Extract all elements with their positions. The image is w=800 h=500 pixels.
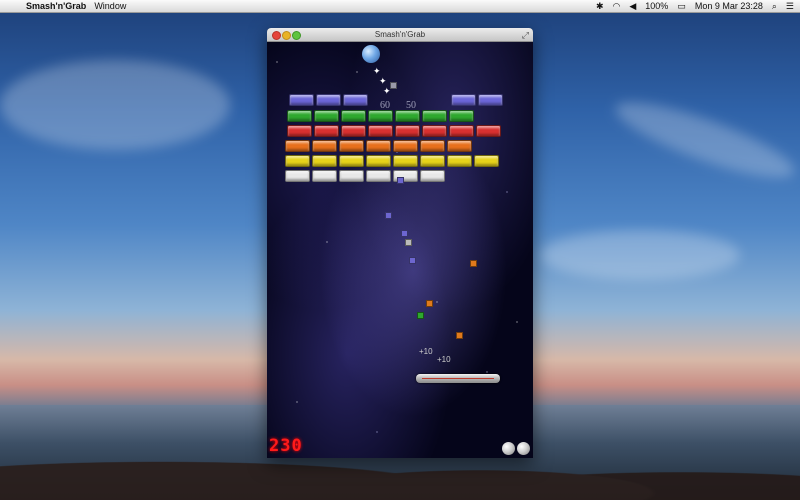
cloud-wisp (608, 88, 800, 192)
bluetooth-icon[interactable]: ✱ (596, 1, 604, 12)
menu-app-name[interactable]: Smash'n'Grab (26, 1, 86, 11)
brick-orange (285, 140, 310, 152)
spotlight-icon[interactable]: ⌕ (772, 1, 777, 12)
brick-green (422, 110, 447, 122)
wifi-icon[interactable]: ◠ (613, 1, 621, 12)
brick-green (287, 110, 312, 122)
brick-fragment (397, 177, 404, 184)
brick-yellow (393, 155, 418, 167)
brick-white (285, 170, 310, 182)
brick-white (366, 170, 391, 182)
battery-icon[interactable]: ▭ (677, 1, 686, 12)
brick-red (314, 125, 339, 137)
brick-yellow (474, 155, 499, 167)
life-ball-icon (517, 442, 530, 455)
paddle[interactable] (416, 374, 500, 383)
brick-fragment (470, 260, 477, 267)
volume-icon[interactable]: ◀ (629, 1, 636, 12)
game-window: Smash'n'Grab ⤢ ✦ ✦ ✦ 60 50 +10 +10 230 (267, 28, 533, 458)
brick-fragment (417, 312, 424, 319)
floating-score: 50 (406, 100, 416, 111)
brick-yellow (285, 155, 310, 167)
brick-green (368, 110, 393, 122)
score-display: 230 (269, 436, 303, 456)
brick-white (339, 170, 364, 182)
paddle-stripe (422, 378, 494, 379)
minimize-button[interactable] (282, 31, 291, 40)
brick-orange (393, 140, 418, 152)
brick-orange (339, 140, 364, 152)
brick-red (287, 125, 312, 137)
brick-red (422, 125, 447, 137)
cloud-wisp (0, 60, 230, 150)
brick-orange (447, 140, 472, 152)
life-ball-icon (502, 442, 515, 455)
brick-green (341, 110, 366, 122)
brick-fragment (405, 239, 412, 246)
battery-percent[interactable]: 100% (645, 1, 668, 11)
brick-fragment (390, 82, 397, 89)
cloud-wisp (540, 230, 740, 280)
notification-list-icon[interactable]: ☰ (786, 1, 794, 12)
brick-green (395, 110, 420, 122)
ball (362, 45, 380, 63)
paddle-bonus-label: +10 (437, 355, 451, 364)
brick-orange (312, 140, 337, 152)
brick-yellow (339, 155, 364, 167)
brick-blue (316, 94, 341, 106)
brick-blue (289, 94, 314, 106)
floating-score: 60 (380, 100, 390, 111)
paddle-bonus-label: +10 (419, 347, 433, 356)
fullscreen-icon[interactable]: ⤢ (522, 29, 529, 42)
brick-red (368, 125, 393, 137)
brick-yellow (366, 155, 391, 167)
clock[interactable]: Mon 9 Mar 23:28 (695, 1, 763, 11)
window-title: Smash'n'Grab (374, 30, 426, 39)
brick-fragment (409, 257, 416, 264)
brick-yellow (447, 155, 472, 167)
brick-fragment (426, 300, 433, 307)
game-board[interactable]: ✦ ✦ ✦ 60 50 +10 +10 230 (267, 42, 533, 458)
close-button[interactable] (272, 31, 281, 40)
brick-fragment (401, 230, 408, 237)
brick-red (341, 125, 366, 137)
menu-window[interactable]: Window (94, 1, 126, 11)
brick-orange (420, 140, 445, 152)
brick-blue (478, 94, 503, 106)
menu-bar: Smash'n'Grab Window ✱ ◠ ◀ 100% ▭ Mon 9 M… (0, 0, 800, 13)
status-area: ✱ ◠ ◀ 100% ▭ Mon 9 Mar 23:28 ⌕ ☰ (596, 1, 800, 12)
brick-red (449, 125, 474, 137)
zoom-button[interactable] (292, 31, 301, 40)
brick-green (449, 110, 474, 122)
brick-yellow (312, 155, 337, 167)
window-titlebar[interactable]: Smash'n'Grab ⤢ (267, 28, 533, 42)
brick-blue (343, 94, 368, 106)
brick-white (312, 170, 337, 182)
brick-fragment (385, 212, 392, 219)
brick-green (314, 110, 339, 122)
brick-white (420, 170, 445, 182)
brick-red (395, 125, 420, 137)
brick-blue (451, 94, 476, 106)
brick-red (476, 125, 501, 137)
brick-orange (366, 140, 391, 152)
brick-yellow (420, 155, 445, 167)
brick-fragment (456, 332, 463, 339)
